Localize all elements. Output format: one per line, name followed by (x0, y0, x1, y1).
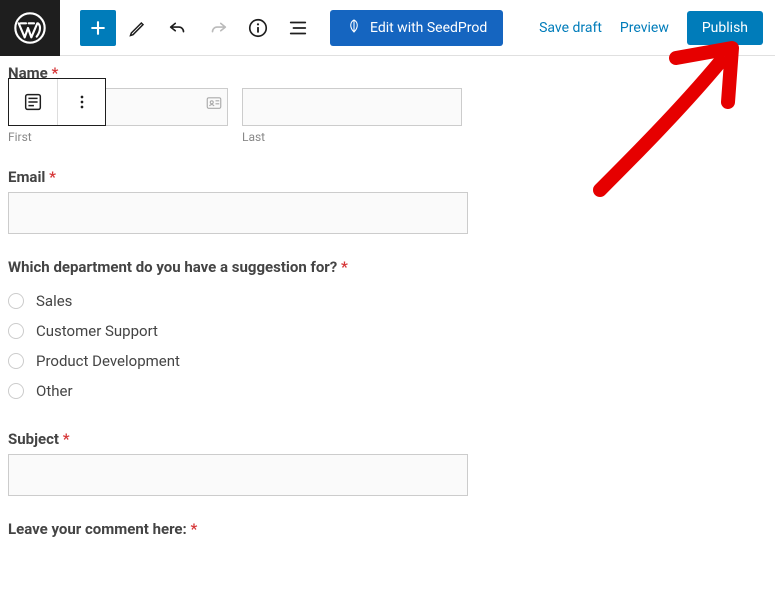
radio-icon (8, 323, 24, 339)
last-name-input[interactable] (242, 88, 462, 126)
email-input[interactable] (8, 192, 468, 234)
edit-seedprod-button[interactable]: Edit with SeedProd (330, 10, 503, 46)
name-row: First Last (8, 88, 767, 144)
edit-mode-icon[interactable] (120, 10, 156, 46)
radio-label: Sales (36, 292, 72, 310)
add-block-button[interactable] (80, 10, 116, 46)
radio-option[interactable]: Other (8, 376, 767, 406)
preview-button[interactable]: Preview (620, 20, 669, 36)
seedprod-label: Edit with SeedProd (370, 20, 487, 36)
department-radio-group: Sales Customer Support Product Developme… (8, 286, 767, 406)
block-type-icon[interactable] (9, 79, 57, 125)
radio-icon (8, 353, 24, 369)
subject-label: Subject * (8, 430, 767, 448)
toolbar-left-group: Edit with SeedProd (60, 10, 503, 46)
contact-card-icon (205, 94, 223, 116)
toolbar-right-group: Save draft Preview Publish (539, 11, 775, 45)
publish-button[interactable]: Publish (687, 11, 763, 45)
radio-icon (8, 383, 24, 399)
radio-label: Customer Support (36, 322, 158, 340)
undo-button[interactable] (160, 10, 196, 46)
info-button[interactable] (240, 10, 276, 46)
block-more-icon[interactable] (57, 79, 105, 125)
editor-toolbar: Edit with SeedProd Save draft Preview Pu… (0, 0, 775, 56)
block-toolbar (8, 78, 106, 126)
email-label: Email * (8, 168, 767, 186)
save-draft-button[interactable]: Save draft (539, 20, 602, 36)
radio-option[interactable]: Product Development (8, 346, 767, 376)
subject-input[interactable] (8, 454, 468, 496)
comment-label: Leave your comment here: * (8, 520, 767, 538)
wordpress-logo[interactable] (0, 0, 60, 56)
radio-option[interactable]: Customer Support (8, 316, 767, 346)
radio-option[interactable]: Sales (8, 286, 767, 316)
radio-label: Other (36, 382, 73, 400)
editor-content: Name * First Last Email * Which departme… (0, 56, 775, 538)
last-name-sublabel: Last (242, 130, 462, 144)
name-label: Name * (8, 64, 767, 82)
seedprod-leaf-icon (346, 18, 362, 38)
redo-button[interactable] (200, 10, 236, 46)
outline-button[interactable] (280, 10, 316, 46)
radio-icon (8, 293, 24, 309)
department-label: Which department do you have a suggestio… (8, 258, 767, 276)
first-name-sublabel: First (8, 130, 228, 144)
radio-label: Product Development (36, 352, 180, 370)
